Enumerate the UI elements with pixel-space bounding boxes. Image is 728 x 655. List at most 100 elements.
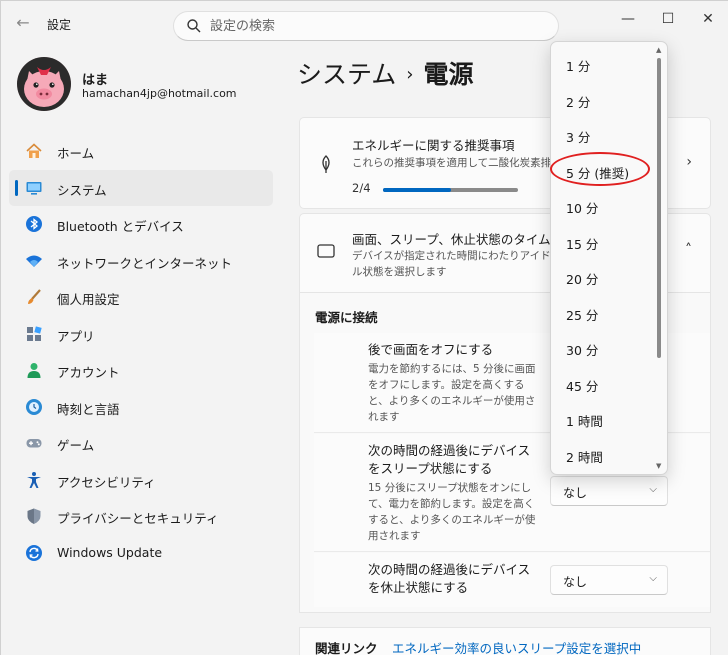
account-icon [27,363,41,378]
sidebar-item-label: Bluetooth とデバイス [57,219,184,234]
gamepad-icon [26,439,42,448]
search-input[interactable] [210,16,540,36]
option-3-min[interactable]: 3 分 [551,117,655,152]
avatar [17,57,71,111]
option-label: 25 分 [566,307,599,323]
sidebar-item-privacy[interactable]: プライバシーとセキュリティ [9,498,273,534]
apps-icon [27,325,42,341]
option-label: 1 分 [566,59,591,74]
option-25-min[interactable]: 25 分 [551,295,655,330]
sidebar-item-time-language[interactable]: 時刻と言語 [9,389,273,425]
option-2-min[interactable]: 2 分 [551,82,655,117]
breadcrumb-separator: › [406,64,414,85]
option-label: 2 分 [566,94,591,110]
active-indicator [15,179,18,196]
sidebar-item-label: ゲーム [57,438,95,453]
bluetooth-icon [26,216,42,232]
brush-icon [28,289,41,304]
sidebar-item-label: ホーム [57,146,95,161]
page-title: 電源 [423,60,474,89]
sidebar-item-network[interactable]: ネットワークとインターネット [9,243,273,279]
breadcrumb-parent[interactable]: システム [297,60,396,89]
breadcrumb: システム › 電源 [297,55,473,91]
profile-email: hamachan4jp@hotmail.com [82,87,237,100]
setting-title: 次の時間の経過後にデバイスを休止状態にする [368,562,531,595]
screen-off-timeout-list: 1 分 2 分 3 分 5 分 (推奨) 10 分 15 分 20 分 25 分… [550,41,668,475]
user-profile[interactable]: はま hamachan4jp@hotmail.com [17,57,277,113]
option-30-min[interactable]: 30 分 [551,330,655,365]
option-5-min-recommended[interactable]: 5 分 (推奨) [551,153,655,188]
scroll-thumb[interactable] [657,58,661,358]
timeout-card-description: デバイスが指定された時間にわたりアイドル状態を選択します [352,250,551,278]
minimize-button[interactable]: — [613,7,643,31]
maximize-button[interactable]: ☐ [653,7,683,31]
sidebar-item-system[interactable]: システム [9,169,273,206]
section-label: 電源に接続 [315,310,378,325]
back-arrow-icon[interactable]: ← [11,11,35,35]
chevron-down-icon: ⌵ [649,573,657,584]
title-bar: ← 設定 — ☐ ✕ [1,1,728,45]
option-label: 1 時間 [566,414,603,429]
hibernate-timeout-dropdown[interactable]: なし ⌵ [550,565,668,595]
sidebar-item-personalization[interactable]: 個人用設定 [9,279,273,315]
system-icon [26,181,42,195]
sidebar-item-apps[interactable]: アプリ [9,316,273,352]
option-label: 5 分 (推奨) [566,165,630,181]
sidebar-item-label: 個人用設定 [57,292,120,307]
sidebar-item-bluetooth[interactable]: Bluetooth とデバイス [9,206,273,242]
energy-card-title: エネルギーに関する推奨事項 [352,138,515,153]
option-10-min[interactable]: 10 分 [551,188,655,223]
setting-description: 15 分後にスリープ状態をオンにして、電力を節約します。設定を高くすると、より多… [368,482,536,542]
globe-clock-icon [26,398,42,415]
sidebar-item-label: システム [57,182,107,198]
option-label: 2 時間 [566,449,603,465]
search-icon [187,19,201,33]
settings-window: ← 設定 — ☐ ✕ はま [0,0,728,655]
related-label: 関連リンク [315,641,378,655]
option-2-hour[interactable]: 2 時間 [551,437,655,472]
sidebar-item-accessibility[interactable]: アクセシビリティ [9,462,273,498]
sidebar-item-label: アクセシビリティ [57,474,156,490]
scroll-up-arrow-icon[interactable]: ▲ [656,46,661,54]
sidebar-item-label: アカウント [57,365,120,380]
close-button[interactable]: ✕ [693,7,723,31]
chevron-right-icon: › [686,154,692,170]
sidebar-item-label: プライバシーとセキュリティ [57,511,219,526]
progress-bar [383,188,518,192]
option-label: 30 分 [566,343,599,358]
search-box[interactable] [173,11,559,41]
option-1-min[interactable]: 1 分 [551,46,655,81]
sidebar-item-label: ネットワークとインターネット [57,255,233,271]
option-45-min[interactable]: 45 分 [551,366,655,401]
timeout-card-title: 画面、スリープ、休止状態のタイムアウ [352,232,552,247]
screen-sleep-icon [317,244,335,259]
setting-title: 後で画面をオフにする [368,342,494,357]
list-scrollbar[interactable]: ▲ ▼ [656,46,662,470]
option-label: 3 分 [566,130,591,145]
sidebar-item-gaming[interactable]: ゲーム [9,425,273,461]
setting-description: 電力を節約するには、5 分後に画面をオフにします。設定を高くすると、より多くのエ… [368,363,536,423]
leaf-icon [322,155,330,173]
option-label: 20 分 [566,272,599,287]
option-label: 15 分 [566,236,599,252]
app-title: 設定 [47,18,72,32]
sidebar-nav: ホーム システム Bluetooth とデバイス ネットワークとインターネット … [9,133,273,571]
sidebar-item-label: アプリ [57,328,95,344]
dropdown-value: なし [563,486,588,500]
scroll-down-arrow-icon[interactable]: ▼ [656,462,661,470]
option-label: 10 分 [566,201,599,216]
sidebar-item-accounts[interactable]: アカウント [9,352,273,388]
sidebar-item-home[interactable]: ホーム [9,133,273,169]
option-20-min[interactable]: 20 分 [551,259,655,294]
option-15-min[interactable]: 15 分 [551,224,655,259]
sidebar-item-label: 時刻と言語 [57,401,120,417]
hibernate-setting: 次の時間の経過後にデバイスを休止状態にする なし ⌵ [314,553,710,607]
sleep-timeout-dropdown[interactable]: なし ⌵ [550,476,668,506]
sleep-settings-link[interactable]: エネルギー効率の良いスリープ設定を選択中 [392,638,641,655]
chevron-up-icon[interactable]: ˄ [685,242,692,258]
progress-fill [383,188,451,192]
option-1-hour[interactable]: 1 時間 [551,401,655,436]
progress-label: 2/4 [352,181,371,195]
pig-avatar-icon [17,57,71,111]
sidebar-item-windows-update[interactable]: Windows Update [9,535,273,571]
